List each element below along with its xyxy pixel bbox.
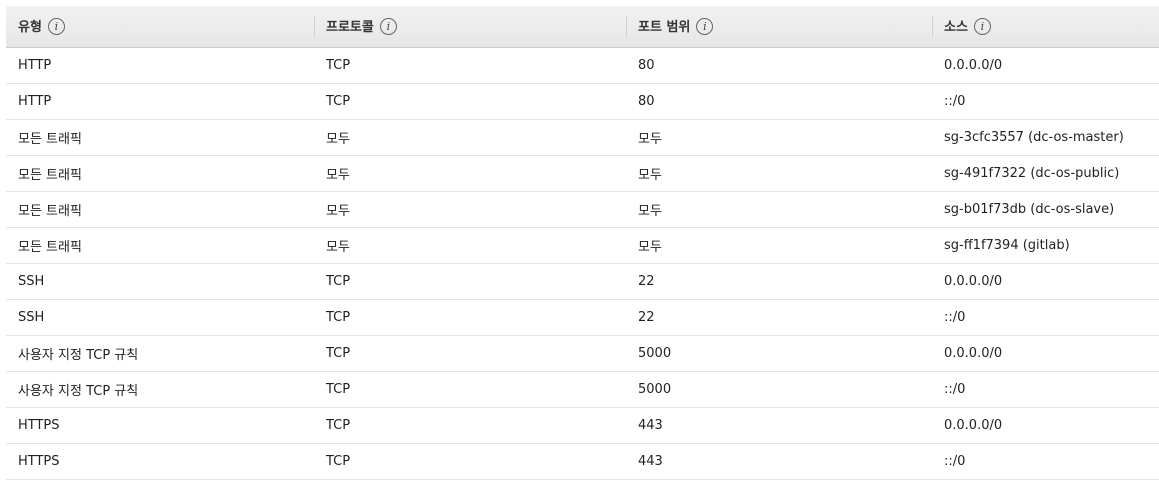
cell-port-range: 모두 <box>626 227 932 264</box>
column-header-label: 프로토콜 <box>326 20 374 36</box>
cell-source: 0.0.0.0/0 <box>932 407 1159 444</box>
rules-table: 유형 i 프로토콜 i 포트 범위 i 소스 i HTTP TCP 80 0.0.0.0… <box>6 6 1159 480</box>
table-row: SSH TCP 22 ::/0 <box>6 299 1159 336</box>
table-row: HTTP TCP 80 0.0.0.0/0 <box>6 47 1159 84</box>
cell-type: HTTP <box>6 83 314 120</box>
cell-source: ::/0 <box>932 83 1159 120</box>
cell-port-range: 모두 <box>626 155 932 192</box>
table-row: HTTPS TCP 443 0.0.0.0/0 <box>6 407 1159 444</box>
cell-source: 0.0.0.0/0 <box>932 263 1159 300</box>
table-body: HTTP TCP 80 0.0.0.0/0 HTTP TCP 80 ::/0 모… <box>6 47 1159 480</box>
info-icon[interactable]: i <box>47 18 65 36</box>
cell-protocol: 모두 <box>314 119 626 156</box>
table-row: 모든 트래픽 모두 모두 sg-b01f73db (dc-os-slave) <box>6 191 1159 228</box>
cell-port-range: 443 <box>626 443 932 480</box>
cell-port-range: 80 <box>626 47 932 84</box>
cell-source: sg-ff1f7394 (gitlab) <box>932 227 1159 264</box>
inbound-rules-table: 유형 i 프로토콜 i 포트 범위 i 소스 i HTTP TCP 80 0.0.0.0… <box>6 6 1159 480</box>
cell-source: 0.0.0.0/0 <box>932 335 1159 372</box>
cell-protocol: TCP <box>314 263 626 300</box>
table-header: 유형 i 프로토콜 i 포트 범위 i 소스 i <box>6 6 1159 48</box>
column-header-label: 유형 <box>18 20 42 36</box>
column-header-port-range[interactable]: 포트 범위 i <box>626 6 932 48</box>
table-row: 모든 트래픽 모두 모두 sg-ff1f7394 (gitlab) <box>6 227 1159 264</box>
cell-port-range: 22 <box>626 299 932 336</box>
cell-source: ::/0 <box>932 371 1159 408</box>
cell-type: 사용자 지정 TCP 규칙 <box>6 371 314 408</box>
info-icon[interactable]: i <box>973 18 991 36</box>
cell-port-range: 22 <box>626 263 932 300</box>
cell-source: 0.0.0.0/0 <box>932 47 1159 84</box>
cell-type: 모든 트래픽 <box>6 191 314 228</box>
cell-port-range: 모두 <box>626 191 932 228</box>
table-row: 모든 트래픽 모두 모두 sg-491f7322 (dc-os-public) <box>6 155 1159 192</box>
table-row: 사용자 지정 TCP 규칙 TCP 5000 ::/0 <box>6 371 1159 408</box>
cell-protocol: TCP <box>314 371 626 408</box>
column-header-type[interactable]: 유형 i <box>6 6 314 48</box>
column-header-label: 포트 범위 <box>638 20 691 36</box>
table-row: SSH TCP 22 0.0.0.0/0 <box>6 263 1159 300</box>
cell-type: 모든 트래픽 <box>6 155 314 192</box>
cell-port-range: 443 <box>626 407 932 444</box>
cell-protocol: TCP <box>314 443 626 480</box>
cell-type: HTTPS <box>6 407 314 444</box>
cell-type: 모든 트래픽 <box>6 119 314 156</box>
cell-type: HTTP <box>6 47 314 84</box>
column-header-protocol[interactable]: 프로토콜 i <box>314 6 626 48</box>
cell-protocol: TCP <box>314 83 626 120</box>
cell-protocol: 모두 <box>314 191 626 228</box>
cell-source: sg-491f7322 (dc-os-public) <box>932 155 1159 192</box>
table-row: 모든 트래픽 모두 모두 sg-3cfc3557 (dc-os-master) <box>6 119 1159 156</box>
cell-type: SSH <box>6 299 314 336</box>
cell-source: sg-3cfc3557 (dc-os-master) <box>932 119 1159 156</box>
header-row: 유형 i 프로토콜 i 포트 범위 i 소스 i <box>6 6 1159 48</box>
cell-type: HTTPS <box>6 443 314 480</box>
info-icon[interactable]: i <box>379 18 397 36</box>
cell-protocol: TCP <box>314 47 626 84</box>
cell-port-range: 80 <box>626 83 932 120</box>
info-icon[interactable]: i <box>696 18 714 36</box>
cell-protocol: TCP <box>314 407 626 444</box>
column-header-source[interactable]: 소스 i <box>932 6 1159 48</box>
cell-port-range: 5000 <box>626 335 932 372</box>
cell-protocol: TCP <box>314 335 626 372</box>
cell-type: SSH <box>6 263 314 300</box>
cell-type: 모든 트래픽 <box>6 227 314 264</box>
table-row: HTTPS TCP 443 ::/0 <box>6 443 1159 480</box>
cell-port-range: 모두 <box>626 119 932 156</box>
cell-protocol: TCP <box>314 299 626 336</box>
cell-source: ::/0 <box>932 299 1159 336</box>
cell-protocol: 모두 <box>314 227 626 264</box>
table-row: HTTP TCP 80 ::/0 <box>6 83 1159 120</box>
cell-source: sg-b01f73db (dc-os-slave) <box>932 191 1159 228</box>
cell-type: 사용자 지정 TCP 규칙 <box>6 335 314 372</box>
cell-port-range: 5000 <box>626 371 932 408</box>
table-row: 사용자 지정 TCP 규칙 TCP 5000 0.0.0.0/0 <box>6 335 1159 372</box>
column-header-label: 소스 <box>944 20 968 36</box>
cell-protocol: 모두 <box>314 155 626 192</box>
cell-source: ::/0 <box>932 443 1159 480</box>
